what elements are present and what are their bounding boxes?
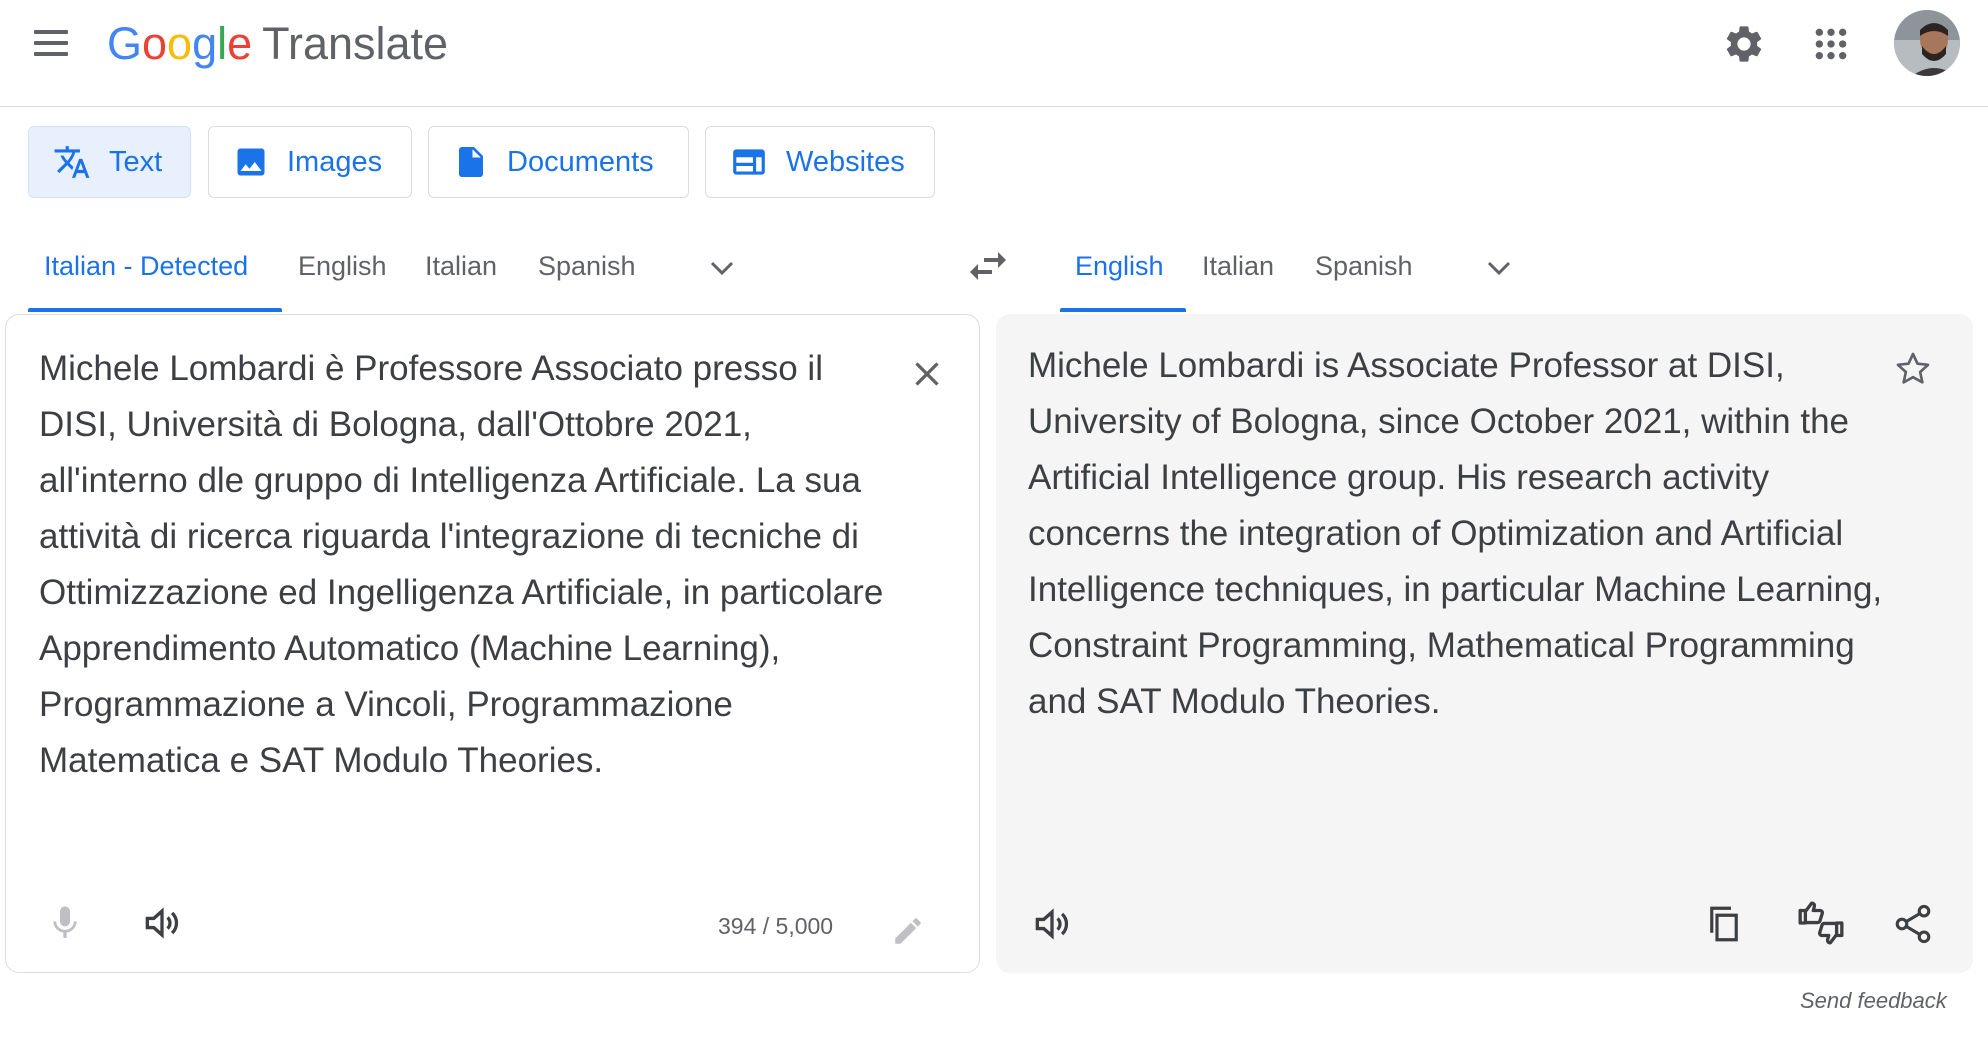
mode-text-button[interactable]: Text — [28, 126, 191, 198]
product-name: Translate — [262, 18, 449, 69]
chevron-down-icon — [710, 261, 734, 276]
swap-languages-button[interactable] — [964, 244, 1012, 288]
image-icon — [237, 148, 265, 176]
translation-panel: Michele Lombardi is Associate Professor … — [996, 314, 1973, 973]
translation-output: Michele Lombardi is Associate Professor … — [1028, 346, 1883, 721]
apps-grid-icon — [1815, 28, 1847, 60]
swap-arrows-icon — [970, 252, 1006, 280]
chevron-down-icon — [1487, 261, 1511, 276]
character-count: 394 / 5,000 — [718, 913, 834, 939]
close-icon — [915, 362, 939, 386]
voice-input-button[interactable] — [40, 895, 90, 951]
source-lang-active-indicator — [28, 308, 282, 312]
rate-translation-button[interactable] — [1792, 894, 1850, 952]
source-textarea[interactable]: Michele Lombardi è Professore Associato … — [39, 341, 889, 789]
mode-images-button[interactable]: Images — [208, 126, 412, 198]
document-icon — [459, 147, 483, 177]
mode-documents-button[interactable]: Documents — [428, 126, 689, 198]
gear-icon — [1726, 26, 1762, 62]
apps-button[interactable] — [1801, 14, 1861, 74]
listen-source-button[interactable] — [136, 895, 188, 951]
source-lang-italian-tab[interactable]: Italian — [425, 246, 497, 286]
target-lang-spanish-tab[interactable]: Spanish — [1315, 246, 1413, 286]
share-icon — [1895, 904, 1931, 944]
speaker-icon — [1035, 908, 1069, 940]
target-lang-more-button[interactable] — [1479, 248, 1519, 288]
share-translation-button[interactable] — [1886, 896, 1940, 952]
source-lang-spanish-tab[interactable]: Spanish — [538, 246, 636, 286]
clear-source-button[interactable] — [902, 349, 952, 399]
source-panel: Michele Lombardi è Professore Associato … — [5, 314, 980, 973]
copy-translation-button[interactable] — [1698, 896, 1750, 952]
save-translation-button[interactable] — [1888, 344, 1938, 394]
account-avatar[interactable] — [1894, 10, 1960, 76]
website-icon — [733, 149, 765, 175]
source-lang-more-button[interactable] — [702, 248, 742, 288]
target-lang-english-tab[interactable]: English — [1075, 246, 1164, 286]
source-lang-english-tab[interactable]: English — [298, 246, 387, 286]
copy-icon — [1710, 906, 1738, 942]
source-lang-detected-tab[interactable]: Italian - Detected — [44, 246, 248, 286]
send-feedback-link[interactable]: Send feedback — [1800, 988, 1947, 1014]
app-header: Google Translate — [0, 0, 1988, 107]
google-translate-logo[interactable]: Google Translate — [107, 16, 448, 72]
microphone-icon — [53, 906, 77, 938]
main-menu-icon[interactable] — [32, 28, 72, 60]
edit-button[interactable] — [886, 909, 930, 953]
pencil-icon — [895, 918, 921, 944]
target-lang-italian-tab[interactable]: Italian — [1202, 246, 1274, 286]
translate-icon — [54, 146, 90, 178]
thumbs-up-down-icon — [1798, 901, 1844, 945]
settings-button[interactable] — [1714, 14, 1774, 74]
speaker-icon — [145, 907, 179, 939]
mode-websites-button[interactable]: Websites — [705, 126, 935, 198]
target-lang-active-indicator — [1060, 308, 1186, 312]
star-icon — [1896, 352, 1930, 384]
listen-translation-button[interactable] — [1026, 896, 1078, 952]
